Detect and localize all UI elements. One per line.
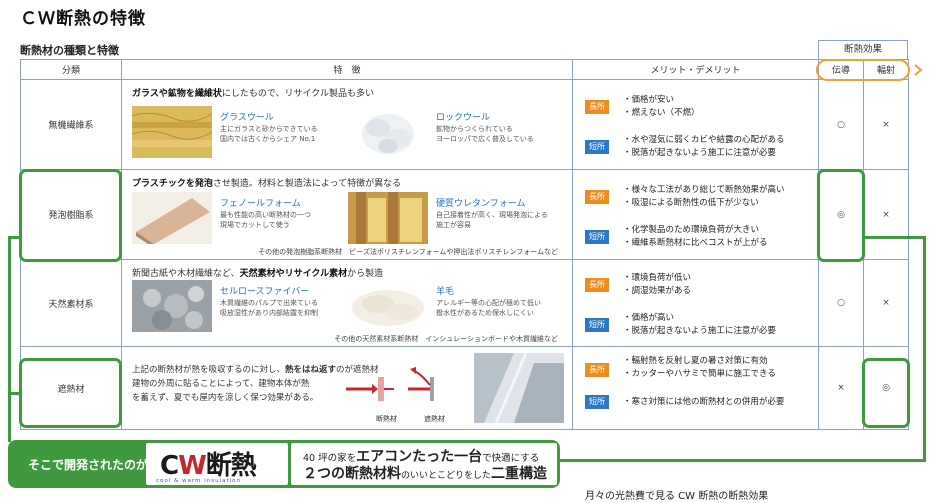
merits-cell: 長所 環境負荷が低い調湿効果がある 短所 価格が高い脱落が起きないよう施工に注意… — [572, 259, 819, 347]
conduction-mark: ○ — [818, 79, 864, 170]
material-desc: 鉱物からつくられている ヨーロッパで広く普及している — [436, 125, 534, 143]
merits-cell: 長所 様々な工法があり総じて断熱効果が高い吸湿による断熱性の低下が少ない 短所 … — [572, 169, 819, 260]
material-desc: 主にガラスと砂からできている 国内では古くからシェア No.1 — [220, 125, 318, 143]
demerit-list: 寒さ対策には他の断熱材との併用が必要 — [623, 396, 785, 409]
material-name: セルロースファイバー — [220, 287, 310, 297]
col-category: 分類 — [20, 59, 122, 80]
diagram-label-reflective: 遮熱材 — [424, 415, 445, 423]
table-row: 遮熱材 上記の断熱材が熱を吸収するのに対し、熱をはね返すのが遮熱材 建物の外周に… — [20, 346, 909, 430]
cw-banner: そこで開発されたのが CW断熱 cool & warm insulation 4… — [8, 440, 560, 488]
radiation-mark: × — [863, 259, 909, 347]
demerit-list: 化学製品のため環境負荷が大きい繊維系断熱材に比べコストが上がる — [623, 224, 768, 250]
material-desc: 木質繊維のパルプで出来ている 吸放湿性があり内部結露を抑制 — [220, 299, 318, 317]
reflective-radiation-highlight — [862, 358, 910, 428]
table-row: 発泡樹脂系 プラスチックを発泡させ製造。材料と製造法によって特徴が異なる フェノ… — [20, 169, 909, 260]
foam-category-highlight — [19, 169, 122, 262]
material-name: 羊毛 — [436, 287, 455, 297]
material-name: フェノールフォーム — [220, 199, 301, 209]
banner-message: 40 坪の家をエアコンたった一台で快適にする ２つの断熱材料のいいとこどりをした… — [291, 443, 557, 485]
heat-reflection-diagram — [346, 367, 434, 401]
category-cell: 天然素材系 — [20, 259, 122, 347]
chevron-right-icon — [914, 64, 923, 76]
demerit-tag: 短所 — [585, 140, 609, 154]
merit-list: 輻射熱を反射し夏の暑さ対策に有効カッターやハサミで簡単に施工できる — [623, 355, 776, 381]
insulation-table: 分類 特 徴 メリット・デメリット 伝導 輻射 無機繊維系 ガラスや鉱物を繊維状… — [20, 59, 909, 430]
demerit-list: 価格が高い脱落が起きないよう施工に注意が必要 — [623, 312, 776, 338]
material-desc: 自己接着性が高く、現場発泡による 施工が容易 — [436, 211, 548, 229]
features-cell: 新聞古紙や木材繊維など、天然素材やリサイクル素材から製造 セルロースファイバー … — [121, 259, 573, 347]
material-name: 硬質ウレタンフォーム — [436, 199, 526, 209]
merit-list: 環境負荷が低い調湿効果がある — [623, 272, 692, 298]
cw-logo: CW断熱 cool & warm insulation — [146, 443, 288, 485]
connector-line — [558, 459, 926, 462]
urethane-foam-photo — [348, 192, 428, 244]
demerit-tag: 短所 — [585, 230, 609, 244]
features-cell: プラスチックを発泡させ製造。材料と製造法によって特徴が異なる フェノールフォーム… — [121, 169, 573, 260]
wool-photo — [348, 280, 428, 332]
connector-line — [8, 392, 20, 395]
features-headline: ガラスや鉱物を繊維状にしたもので、リサイクル製品も多い — [132, 89, 375, 99]
other-materials-note: その他の天然素材系断熱材 インシュレーションボードや木質繊維など — [334, 335, 558, 343]
connector-line — [864, 236, 926, 239]
merit-tag: 長所 — [585, 278, 609, 292]
radiation-mark: × — [863, 169, 909, 260]
material-desc: アレルギー等の心配が極めて低い 撥水性があるため保水しにくい — [436, 299, 541, 317]
material-name: ロックウール — [436, 113, 491, 123]
foam-conduction-highlight — [817, 169, 865, 262]
reflective-category-highlight — [19, 358, 122, 428]
rockwool-photo — [348, 106, 428, 158]
features-headline: プラスチックを発泡させ製造。材料と製造法によって特徴が異なる — [132, 179, 402, 189]
reflective-description: 上記の断熱材が熱を吸収するのに対し、熱をはね返すのが遮熱材 建物の外周に貼ること… — [132, 365, 379, 403]
effect-header: 断熱効果 — [818, 40, 908, 59]
section-title: 断熱材の種類と特徴 — [20, 44, 119, 57]
material-name: グラスウール — [220, 113, 274, 123]
diagram-label-insulation: 断熱材 — [376, 415, 397, 423]
col-features: 特 徴 — [121, 59, 573, 80]
effect-header-highlight — [816, 59, 910, 81]
merits-cell: 長所 輻射熱を反射し夏の暑さ対策に有効カッターやハサミで簡単に施工できる 短所 … — [572, 346, 819, 430]
conduction-mark: ○ — [818, 259, 864, 347]
connector-line — [923, 236, 926, 462]
table-row: 天然素材系 新聞古紙や木材繊維など、天然素材やリサイクル素材から製造 セルロース… — [20, 259, 909, 347]
features-cell: 上記の断熱材が熱を吸収するのに対し、熱をはね返すのが遮熱材 建物の外周に貼ること… — [121, 346, 573, 430]
features-headline: 新聞古紙や木材繊維など、天然素材やリサイクル素材から製造 — [132, 269, 384, 279]
cellulose-photo — [132, 280, 212, 332]
material-desc: 最も性能の高い断熱材の一つ 現場でカットして使う — [220, 211, 311, 229]
conduction-mark: × — [818, 346, 864, 430]
table-row: 無機繊維系 ガラスや鉱物を繊維状にしたもので、リサイクル製品も多い グラスウール… — [20, 79, 909, 170]
other-materials-note: その他の発泡樹脂系断熱材 ビーズ法ポリスチレンフォームや押出法ポリスチレンフォー… — [258, 248, 558, 256]
page-title: ＣＷ断熱の特徴 — [20, 9, 146, 29]
merit-list: 様々な工法があり総じて断熱効果が高い吸湿による断熱性の低下が少ない — [623, 184, 785, 210]
banner-lead: そこで開発されたのが — [28, 458, 149, 472]
demerit-list: 水や湿気に弱くカビや結露の心配がある脱落が起きないよう施工に注意が必要 — [623, 134, 785, 160]
col-merits: メリット・デメリット — [572, 59, 819, 80]
header-row: 分類 特 徴 メリット・デメリット 伝導 輻射 — [20, 59, 909, 80]
reflective-foil-photo — [474, 353, 564, 423]
merits-cell: 長所 価格が安い燃えない（不燃） 短所 水や湿気に弱くカビや結露の心配がある脱落… — [572, 79, 819, 170]
category-cell: 無機繊維系 — [20, 79, 122, 170]
demerit-tag: 短所 — [585, 318, 609, 332]
merit-tag: 長所 — [585, 100, 609, 114]
merit-tag: 長所 — [585, 190, 609, 204]
phenolic-foam-photo — [132, 192, 212, 244]
merit-tag: 長所 — [585, 363, 609, 377]
radiation-mark: × — [863, 79, 909, 170]
features-cell: ガラスや鉱物を繊維状にしたもので、リサイクル製品も多い グラスウール 主にガラス… — [121, 79, 573, 170]
connector-line — [8, 236, 11, 442]
merit-list: 価格が安い燃えない（不燃） — [623, 94, 700, 120]
demerit-tag: 短所 — [585, 395, 609, 409]
glasswool-photo — [132, 106, 212, 158]
bottom-caption: 月々の光熱費で見る CW 断熱の断熱効果 — [585, 491, 769, 502]
